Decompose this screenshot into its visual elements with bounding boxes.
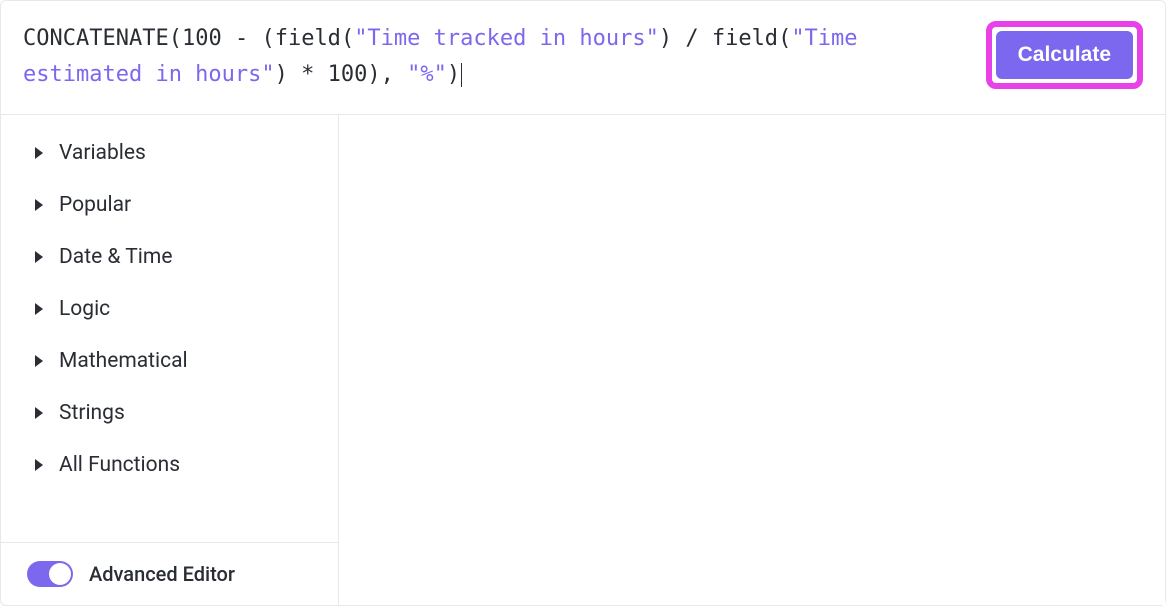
formula-token-punc: ) <box>659 26 672 51</box>
formula-token-punc: / <box>672 26 712 51</box>
formula-token-punc: - <box>222 26 262 51</box>
advanced-editor-bar: Advanced Editor <box>1 542 338 605</box>
formula-token-punc: ( <box>169 26 182 51</box>
advanced-editor-label: Advanced Editor <box>89 562 235 586</box>
caret-right-icon <box>35 459 43 471</box>
category-item-popular[interactable]: Popular <box>1 179 338 231</box>
caret-right-icon <box>35 251 43 263</box>
calculate-button[interactable]: Calculate <box>996 31 1133 79</box>
category-label: Mathematical <box>59 349 188 373</box>
sidebar: Variables Popular Date & Time Logic Mathemat… <box>1 115 339 605</box>
category-item-strings[interactable]: Strings <box>1 387 338 439</box>
caret-right-icon <box>35 355 43 367</box>
category-item-all-functions[interactable]: All Functions <box>1 439 338 491</box>
formula-token-num: 100 <box>328 62 368 87</box>
category-item-logic[interactable]: Logic <box>1 283 338 335</box>
category-item-variables[interactable]: Variables <box>1 127 338 179</box>
text-cursor <box>461 63 462 87</box>
category-item-date-time[interactable]: Date & Time <box>1 231 338 283</box>
main-area: Variables Popular Date & Time Logic Mathemat… <box>1 115 1165 605</box>
category-label: Date & Time <box>59 245 172 269</box>
category-label: Strings <box>59 401 125 425</box>
toggle-knob <box>49 563 71 585</box>
caret-right-icon <box>35 199 43 211</box>
formula-token-punc: ( <box>261 26 274 51</box>
formula-input[interactable]: CONCATENATE(100 - (field("Time tracked i… <box>23 21 966 94</box>
calculate-highlight: Calculate <box>986 21 1143 89</box>
advanced-editor-toggle[interactable] <box>27 561 73 587</box>
content-panel <box>339 115 1165 605</box>
formula-token-punc: ) <box>367 62 380 87</box>
category-label: All Functions <box>59 453 180 477</box>
caret-right-icon <box>35 407 43 419</box>
formula-token-fn: field <box>712 26 778 51</box>
formula-token-str: "Time tracked in hours" <box>354 26 659 51</box>
formula-token-punc: ( <box>778 26 791 51</box>
category-item-mathematical[interactable]: Mathematical <box>1 335 338 387</box>
caret-right-icon <box>35 147 43 159</box>
formula-bar: CONCATENATE(100 - (field("Time tracked i… <box>1 1 1165 115</box>
category-label: Variables <box>59 141 146 165</box>
formula-token-str: "%" <box>407 62 447 87</box>
formula-token-punc: * <box>288 62 328 87</box>
formula-token-punc: ) <box>275 62 288 87</box>
category-label: Popular <box>59 193 131 217</box>
formula-token-punc: , <box>381 62 408 87</box>
formula-token-punc: ) <box>447 62 460 87</box>
formula-token-fn: CONCATENATE <box>23 26 169 51</box>
category-label: Logic <box>59 297 110 321</box>
formula-token-punc: ( <box>341 26 354 51</box>
category-list: Variables Popular Date & Time Logic Mathemat… <box>1 115 338 542</box>
caret-right-icon <box>35 303 43 315</box>
formula-token-num: 100 <box>182 26 222 51</box>
formula-token-fn: field <box>275 26 341 51</box>
